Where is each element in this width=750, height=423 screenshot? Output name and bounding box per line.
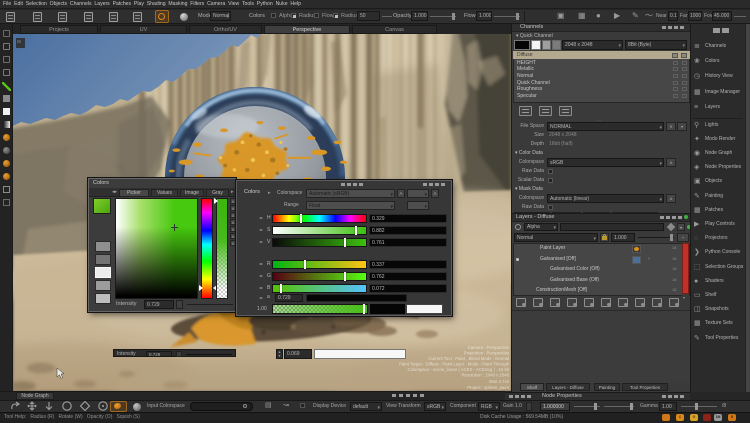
svg-text:Projection : Perspective: Projection : Perspective bbox=[464, 351, 510, 356]
svg-text:Mari 4.7v2: Mari 4.7v2 bbox=[489, 379, 510, 384]
svg-text:Colorspace : scene_linear ( AC: Colorspace : scene_linear ( ACES - ACESc… bbox=[407, 367, 509, 372]
svg-text:Project : sphere_paint: Project : sphere_paint bbox=[467, 385, 510, 390]
svg-text:Paint Target : Diffuse : Paint: Paint Target : Diffuse : Paint Layer , M… bbox=[399, 362, 509, 367]
svg-text:Camera : Perspective: Camera : Perspective bbox=[468, 345, 510, 350]
svg-text:Resolution : 2048 x 2048: Resolution : 2048 x 2048 bbox=[461, 373, 509, 378]
svg-text:Current Tool : Paint , Blend M: Current Tool : Paint , Blend Mode : Norm… bbox=[428, 356, 509, 361]
